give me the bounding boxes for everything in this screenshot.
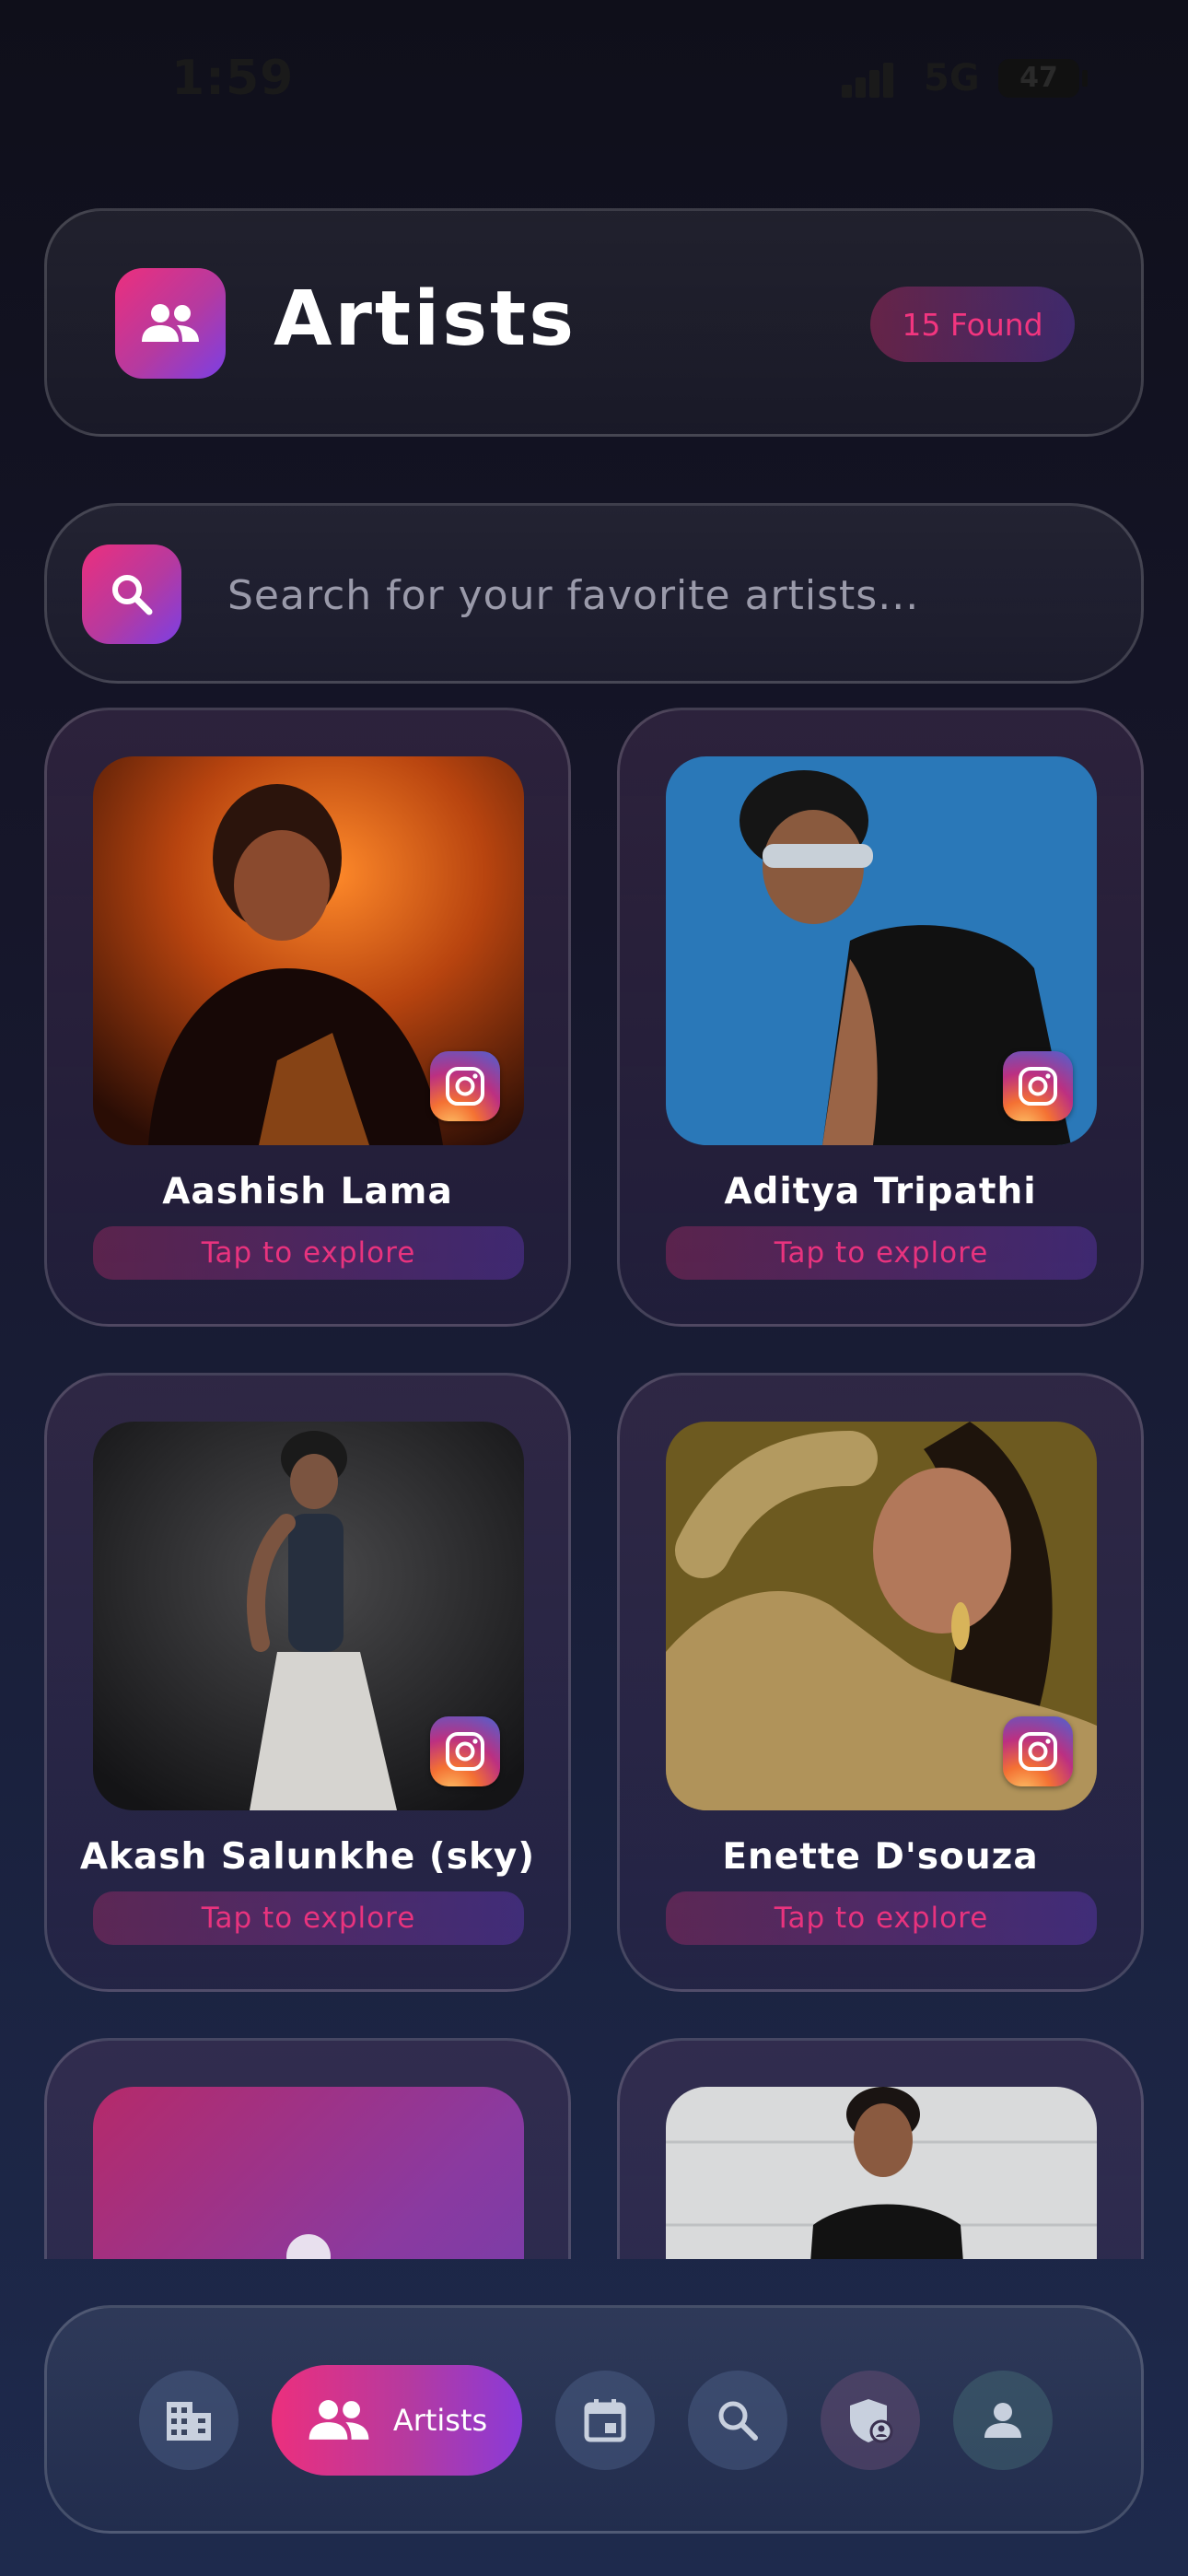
search-icon	[718, 2401, 758, 2441]
artist-name: Aditya Tripathi	[724, 1171, 1037, 1212]
nav-venues[interactable]	[139, 2371, 239, 2470]
artist-card[interactable]	[44, 2038, 571, 2259]
artist-photo	[93, 1422, 524, 1810]
artist-card[interactable]: Aditya Tripathi Tap to explore	[617, 708, 1144, 1327]
people-icon	[309, 2400, 369, 2440]
tap-to-explore-button[interactable]: Tap to explore	[666, 1226, 1097, 1280]
nav-admin[interactable]	[821, 2371, 920, 2470]
nav-profile[interactable]	[953, 2371, 1053, 2470]
bottom-nav: Artists	[44, 2305, 1144, 2534]
person-icon	[984, 2403, 1021, 2438]
artist-card[interactable]	[617, 2038, 1144, 2259]
nav-events[interactable]	[555, 2371, 655, 2470]
instagram-icon[interactable]	[430, 1716, 500, 1786]
artist-photo-placeholder	[93, 2087, 524, 2259]
placeholder-avatar-icon	[286, 2234, 331, 2259]
shield-user-icon	[850, 2399, 893, 2443]
instagram-icon[interactable]	[430, 1051, 500, 1121]
artist-card[interactable]: Aashish Lama Tap to explore	[44, 708, 571, 1327]
instagram-icon[interactable]	[1003, 1716, 1073, 1786]
calendar-icon	[584, 2399, 626, 2442]
tap-to-explore-button[interactable]: Tap to explore	[93, 1226, 524, 1280]
instagram-icon[interactable]	[1003, 1051, 1073, 1121]
artist-photo	[93, 756, 524, 1145]
tap-to-explore-button[interactable]: Tap to explore	[93, 1891, 524, 1945]
building-icon	[167, 2402, 211, 2441]
artist-photo	[666, 2087, 1097, 2259]
artist-photo	[666, 756, 1097, 1145]
artist-card[interactable]: Enette D'souza Tap to explore	[617, 1373, 1144, 1992]
artist-photo	[666, 1422, 1097, 1810]
nav-search[interactable]	[688, 2371, 787, 2470]
artist-grid: Aashish Lama Tap to explore Aditya Tripa…	[0, 0, 1188, 2259]
nav-artists-label: Artists	[392, 2403, 488, 2438]
nav-artists[interactable]: Artists	[272, 2365, 522, 2476]
artist-name: Aashish Lama	[162, 1171, 453, 1212]
tap-to-explore-button[interactable]: Tap to explore	[666, 1891, 1097, 1945]
artist-name: Akash Salunkhe (sky)	[79, 1836, 536, 1878]
artist-card[interactable]: Akash Salunkhe (sky) Tap to explore	[44, 1373, 571, 1992]
artist-name: Enette D'souza	[722, 1836, 1039, 1878]
